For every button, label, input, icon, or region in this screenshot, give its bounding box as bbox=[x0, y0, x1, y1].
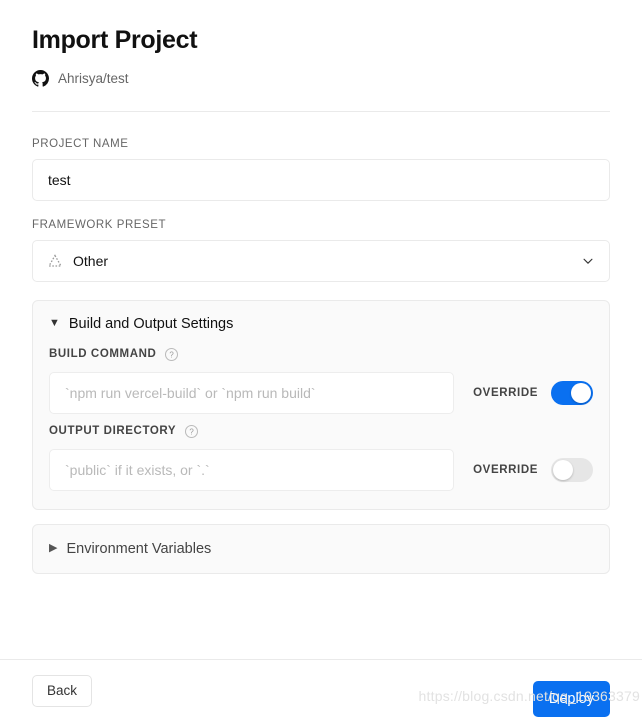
deploy-button[interactable]: Deploy bbox=[532, 680, 610, 717]
output-directory-label: OUTPUT DIRECTORY bbox=[49, 425, 177, 438]
repository-line: Ahrisya/test bbox=[32, 69, 610, 89]
build-command-row: OVERRIDE bbox=[49, 371, 593, 414]
output-directory-override-toggle[interactable] bbox=[551, 457, 593, 482]
footer-bar: Back Deploy bbox=[0, 659, 642, 721]
framework-preset-select[interactable]: Other bbox=[32, 239, 610, 282]
project-name-label: PROJECT NAME bbox=[32, 137, 129, 150]
import-form: PROJECT NAME FRAMEWORK PRESET Other ▼ Bu… bbox=[0, 112, 642, 574]
back-button[interactable]: Back bbox=[32, 674, 93, 707]
question-circle-icon[interactable]: ? bbox=[164, 347, 179, 362]
build-command-label-row: BUILD COMMAND ? bbox=[49, 347, 593, 362]
build-command-input[interactable] bbox=[49, 371, 455, 414]
output-directory-override-label: OVERRIDE bbox=[473, 463, 538, 476]
output-directory-input[interactable] bbox=[49, 448, 455, 491]
toggle-knob bbox=[553, 459, 573, 480]
build-output-settings-body: BUILD COMMAND ? OVERRIDE OUTPUT DIRECTOR… bbox=[33, 347, 609, 509]
repository-name: Ahrisya/test bbox=[58, 71, 129, 86]
svg-text:?: ? bbox=[189, 427, 194, 436]
framework-preset-field: FRAMEWORK PRESET Other bbox=[32, 219, 610, 282]
triangle-right-icon: ▶ bbox=[49, 542, 58, 555]
environment-variables-title: Environment Variables bbox=[66, 540, 212, 557]
project-name-input[interactable] bbox=[32, 158, 610, 201]
build-output-settings-panel: ▼ Build and Output Settings BUILD COMMAN… bbox=[32, 299, 610, 510]
build-output-settings-title: Build and Output Settings bbox=[68, 315, 234, 332]
build-command-override-toggle[interactable] bbox=[551, 380, 593, 405]
dotted-triangle-icon bbox=[47, 253, 63, 269]
triangle-down-icon: ▼ bbox=[49, 317, 60, 330]
toggle-knob bbox=[571, 382, 591, 403]
framework-preset-label: FRAMEWORK PRESET bbox=[32, 218, 167, 231]
page-header: Import Project Ahrisya/test bbox=[0, 0, 642, 112]
page-title: Import Project bbox=[32, 26, 198, 54]
output-directory-label-row: OUTPUT DIRECTORY ? bbox=[49, 424, 593, 439]
chevron-down-icon bbox=[581, 254, 595, 268]
svg-text:?: ? bbox=[170, 350, 175, 359]
project-name-field: PROJECT NAME bbox=[32, 138, 610, 201]
environment-variables-panel: ▶ Environment Variables bbox=[32, 523, 610, 574]
build-command-override-label: OVERRIDE bbox=[473, 386, 538, 399]
build-output-settings-toggle[interactable]: ▼ Build and Output Settings bbox=[33, 301, 609, 347]
framework-preset-value: Other bbox=[73, 252, 109, 269]
question-circle-icon[interactable]: ? bbox=[184, 424, 199, 439]
build-command-label: BUILD COMMAND bbox=[49, 348, 157, 361]
environment-variables-toggle[interactable]: ▶ Environment Variables bbox=[33, 525, 609, 573]
output-directory-row: OVERRIDE bbox=[49, 448, 593, 491]
github-icon bbox=[32, 70, 49, 87]
